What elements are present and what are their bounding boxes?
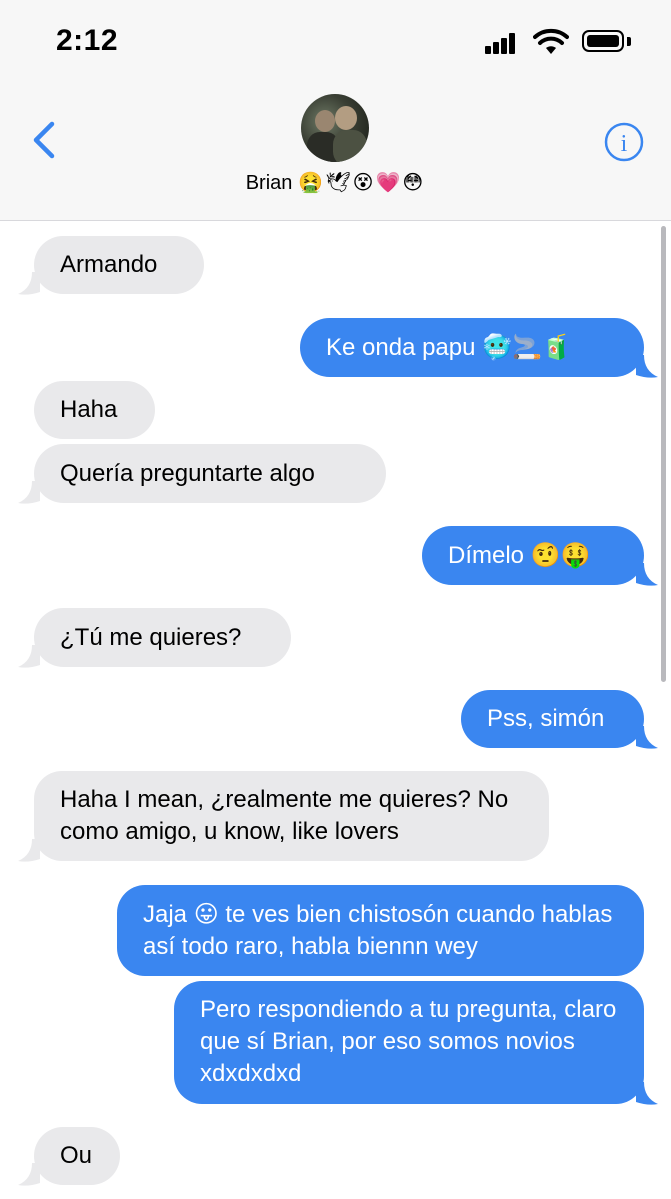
message-bubble-incoming[interactable]: Haha I mean, ¿realmente me quieres? No c…	[34, 771, 549, 861]
message-text: Haha I mean, ¿realmente me quieres? No c…	[60, 786, 509, 845]
message-text: Ke onda papu 🥶🚬🧃	[326, 334, 572, 361]
contact-name-button[interactable]: Brian 🤮🕊😵💗😳	[0, 170, 671, 195]
message-text: Pss, simón	[487, 705, 605, 732]
message-text: Haha	[60, 396, 118, 423]
message-text: Dímelo 🤨🤑	[448, 542, 591, 569]
bubble-tail	[18, 272, 40, 295]
conversation-header: Brian 🤮🕊😵💗😳 i	[0, 90, 671, 221]
message-text: Armando	[60, 251, 158, 278]
message-bubble-outgoing[interactable]: Jaja 😛 te ves bien chistosón cuando habl…	[117, 885, 644, 976]
wifi-icon	[533, 28, 569, 54]
bubble-tail	[636, 726, 658, 749]
message-bubble-outgoing[interactable]: Pss, simón	[461, 690, 644, 748]
message-bubble-outgoing[interactable]: Ke onda papu 🥶🚬🧃	[300, 318, 644, 377]
contact-name: Brian	[245, 172, 293, 194]
message-list: Armando Ke onda papu 🥶🚬🧃 Haha Quería pre…	[0, 222, 671, 1199]
bubble-tail	[18, 1163, 40, 1186]
status-bar: 2:12	[0, 0, 671, 90]
message-bubble-incoming[interactable]: Haha	[34, 381, 155, 439]
message-text: Jaja 😛 te ves bien chistosón cuando habl…	[143, 901, 613, 960]
message-bubble-incoming[interactable]: Armando	[34, 236, 204, 294]
bubble-tail	[18, 645, 40, 668]
message-bubble-incoming[interactable]: Quería preguntarte algo	[34, 444, 386, 503]
message-text: ¿Tú me quieres?	[60, 624, 242, 651]
message-text: Ou	[60, 1142, 93, 1169]
status-time: 2:12	[56, 24, 119, 57]
message-bubble-incoming[interactable]: ¿Tú me quieres?	[34, 608, 291, 667]
message-bubble-outgoing[interactable]: Pero respondiendo a tu pregunta, claro q…	[174, 981, 644, 1104]
bubble-tail	[18, 839, 40, 862]
contact-avatar[interactable]	[301, 94, 369, 162]
bubble-tail	[18, 481, 40, 504]
bubble-tail	[636, 355, 658, 378]
message-bubble-outgoing[interactable]: Dímelo 🤨🤑	[422, 526, 644, 585]
message-bubble-incoming[interactable]: Ou	[34, 1127, 120, 1185]
contact-name-emojis: 🤮🕊😵💗😳	[298, 170, 426, 194]
battery-icon	[582, 30, 624, 52]
battery-tip	[627, 37, 631, 46]
message-text: Pero respondiendo a tu pregunta, claro q…	[200, 996, 617, 1087]
info-icon[interactable]: i	[602, 120, 646, 164]
cellular-signal-icon	[485, 32, 523, 54]
chevron-left-icon[interactable]	[22, 118, 66, 162]
message-text: Quería preguntarte algo	[60, 460, 315, 487]
bubble-tail	[636, 1082, 658, 1105]
bubble-tail	[636, 563, 658, 586]
svg-text:i: i	[621, 131, 628, 157]
